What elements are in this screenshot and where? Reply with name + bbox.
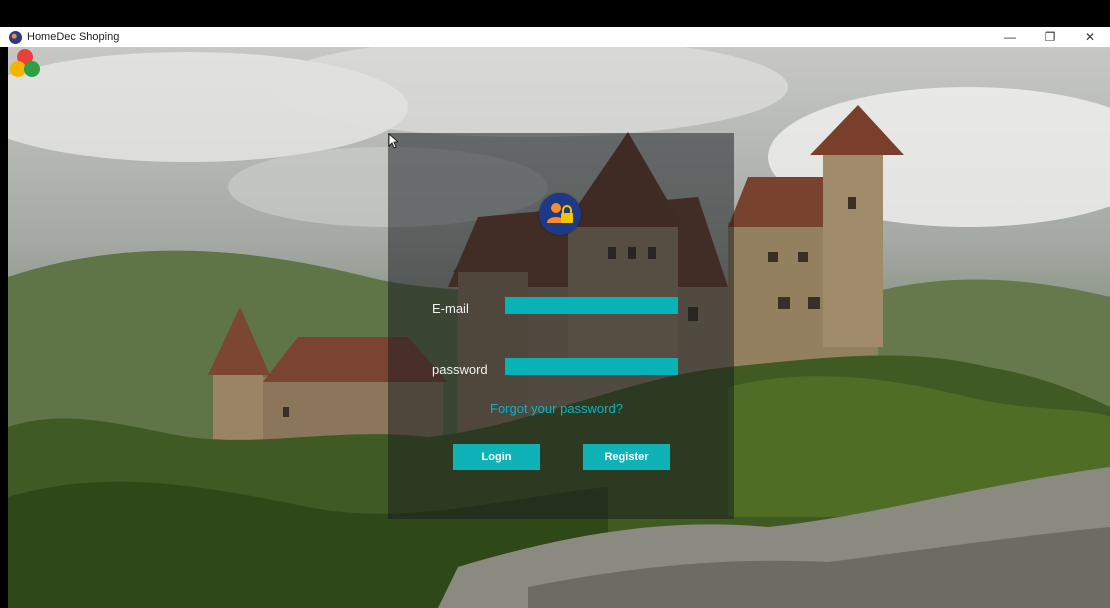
- background-scene: E-mail password Forgot your password? Lo…: [8, 47, 1110, 608]
- screen-top-border: [0, 0, 1110, 27]
- login-button[interactable]: Login: [453, 444, 540, 470]
- login-panel: E-mail password Forgot your password? Lo…: [388, 133, 734, 519]
- restore-icon[interactable]: ❐: [1030, 27, 1070, 47]
- window-titlebar: HomeDec Shoping — ❐ ✕: [0, 27, 1110, 47]
- minimize-icon[interactable]: —: [990, 27, 1030, 47]
- app-icon: [9, 30, 22, 44]
- email-label: E-mail: [432, 301, 469, 316]
- corner-logo-icon: [10, 49, 40, 77]
- window-title: HomeDec Shoping: [27, 31, 120, 43]
- window-controls: — ❐ ✕: [990, 27, 1110, 47]
- forgot-password-link[interactable]: Forgot your password?: [490, 401, 623, 416]
- register-button[interactable]: Register: [583, 444, 670, 470]
- mouse-cursor-icon: [388, 133, 398, 149]
- password-input[interactable]: [505, 358, 678, 375]
- password-label: password: [432, 362, 488, 377]
- email-input[interactable]: [505, 297, 678, 314]
- user-lock-icon: [539, 193, 581, 235]
- close-icon[interactable]: ✕: [1070, 27, 1110, 47]
